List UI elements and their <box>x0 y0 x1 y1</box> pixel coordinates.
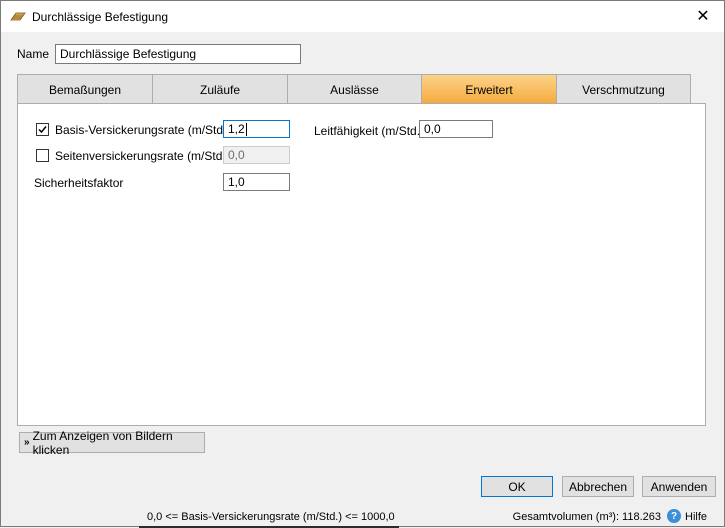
basis-rate-checkbox[interactable] <box>36 123 49 136</box>
apply-button[interactable]: Anwenden <box>642 476 716 497</box>
tab-zulaeufe[interactable]: Zuläufe <box>153 75 288 104</box>
conductivity-label: Leitfähigkeit (m/Std.) <box>314 124 425 138</box>
show-images-label: Zum Anzeigen von Bildern klicken <box>32 428 173 457</box>
basis-rate-label: Basis-Versickerungsrate (m/Std.) <box>55 123 231 137</box>
dialog-window: Durchlässige Befestigung ✕ Name Durchläs… <box>0 0 725 528</box>
basis-rate-input[interactable]: 1,2 <box>223 120 290 138</box>
advanced-panel: Basis-Versickerungsrate (m/Std.) 1,2 Lei… <box>17 103 706 426</box>
checkmark-icon <box>38 126 47 134</box>
close-icon: ✕ <box>696 8 710 25</box>
tab-erweitert[interactable]: Erweitert <box>422 75 557 104</box>
side-rate-input: 0,0 <box>223 146 290 164</box>
close-button[interactable]: ✕ <box>688 4 718 28</box>
text-caret <box>245 123 247 137</box>
conductivity-input[interactable]: 0,0 <box>419 120 493 138</box>
side-rate-checkbox[interactable] <box>36 149 49 162</box>
tab-strip: Bemaßungen Zuläufe Auslässe Erweitert Ve… <box>17 74 691 104</box>
total-volume: Gesamtvolumen (m³): 118.263 <box>512 511 661 523</box>
title-bar: Durchlässige Befestigung ✕ <box>1 1 724 32</box>
cancel-button[interactable]: Abbrechen <box>562 476 634 497</box>
name-label: Name <box>17 47 50 61</box>
help-link[interactable]: Hilfe <box>685 511 707 523</box>
side-rate-label: Seitenversickerungsrate (m/Std.) <box>55 149 230 163</box>
tab-bemassungen[interactable]: Bemaßungen <box>18 75 153 104</box>
tab-auslaesse[interactable]: Auslässe <box>288 75 422 104</box>
name-input[interactable]: Durchlässige Befestigung <box>55 44 301 64</box>
show-images-button[interactable]: » Zum Anzeigen von Bildern klicken <box>19 429 205 457</box>
app-icon <box>10 11 26 22</box>
ok-button[interactable]: OK <box>481 476 553 497</box>
safety-factor-label: Sicherheitsfaktor <box>34 176 124 190</box>
tab-verschmutzung[interactable]: Verschmutzung <box>557 75 690 104</box>
help-icon[interactable]: ? <box>667 509 681 523</box>
validation-hint: 0,0 <= Basis-Versickerungsrate (m/Std.) … <box>147 511 395 523</box>
window-title: Durchlässige Befestigung <box>32 10 169 24</box>
double-chevron-down-icon: » <box>24 437 30 448</box>
safety-factor-input[interactable]: 1,0 <box>223 173 290 191</box>
basis-rate-value: 1,2 <box>228 122 245 136</box>
